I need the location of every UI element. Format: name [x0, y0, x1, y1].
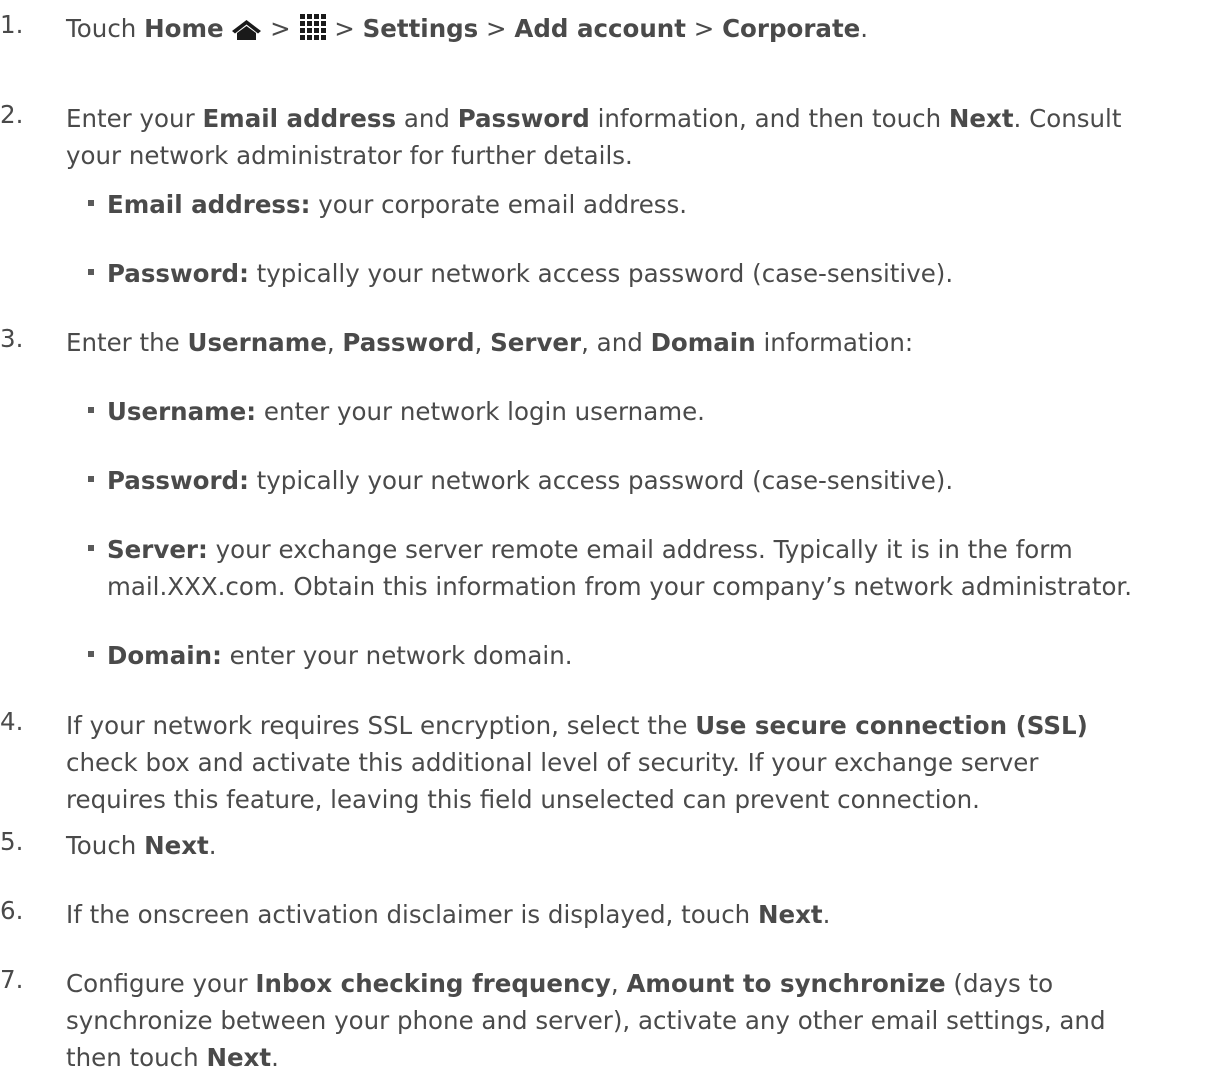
step-text: Touch Home > > Settings > Add account > … [66, 10, 1206, 51]
text-run: Enter the [66, 328, 188, 357]
bullet-text: typically your network access password (… [248, 466, 954, 495]
text-run: information: [755, 328, 914, 357]
text-run: If the onscreen activation disclaimer is… [66, 900, 758, 929]
bullet-marker [88, 476, 94, 482]
bullet-marker [88, 651, 94, 657]
text-run: requires this feature, leaving this fiel… [66, 785, 980, 814]
bold-term: Password [457, 104, 590, 133]
text-run: > [685, 14, 723, 43]
text-run: , [474, 328, 491, 357]
bold-term: Password [342, 328, 475, 357]
bold-term: Use secure connection (SSL) [695, 711, 1088, 740]
bullet-label: Server: [107, 535, 208, 564]
step-text: Enter your Email address and Password in… [66, 100, 1206, 174]
text-run: , and [581, 328, 651, 357]
step-text: If your network requires SSL encryption,… [66, 707, 1206, 818]
bold-term: Settings [362, 14, 479, 43]
bold-term: Next [758, 900, 823, 929]
text-run: . [208, 831, 217, 860]
bold-term: Add account [514, 14, 686, 43]
step-number: 3. [0, 324, 24, 353]
step-text: Enter the Username, Password, Server, an… [66, 324, 1206, 361]
text-run: and [396, 104, 458, 133]
text-run: Touch [66, 14, 145, 43]
bold-term: Username [187, 328, 327, 357]
text-run: , [610, 969, 627, 998]
text-run: . [822, 900, 831, 929]
text-run: synchronize between your phone and serve… [66, 1006, 1106, 1035]
bold-term: Next [144, 831, 209, 860]
bullet-text: your exchange server remote email addres… [207, 535, 1073, 564]
instructions-page: 1. Touch Home > > Settings > Add account… [0, 0, 1230, 1072]
text-run: Enter your [66, 104, 203, 133]
text-run: (days to [945, 969, 1054, 998]
text-run: . [860, 14, 869, 43]
text-run: check box and activate this additional l… [66, 748, 1039, 777]
bullet-text-line2: mail.XXX.com. Obtain this information fr… [107, 572, 1133, 601]
bold-term: Server [490, 328, 582, 357]
bullet-text: your corporate email address. [310, 190, 688, 219]
text-run: Touch [66, 831, 145, 860]
bold-term: Email address [202, 104, 397, 133]
text-run: information, and then touch [589, 104, 949, 133]
bold-term: Home [144, 14, 224, 43]
text-run: > [326, 14, 363, 43]
step-number: 6. [0, 896, 24, 925]
step-number: 1. [0, 10, 24, 39]
bullet-marker [88, 545, 94, 551]
text-run [224, 14, 232, 43]
bullet-marker [88, 269, 94, 275]
apps-grid-icon [299, 13, 327, 51]
bullet-text: enter your network login username. [256, 397, 705, 426]
bullet-label: Email address: [107, 190, 311, 219]
bullet-marker [88, 407, 94, 413]
bold-term: Inbox checking frequency [255, 969, 611, 998]
text-run: your network administrator for further d… [66, 141, 633, 170]
step-number: 2. [0, 100, 24, 129]
text-run: . Consult [1013, 104, 1122, 133]
bullet-label: Password: [107, 466, 249, 495]
step-number: 5. [0, 827, 24, 856]
step-text: Configure your Inbox checking frequency,… [66, 965, 1206, 1076]
step-text: Touch Next. [66, 827, 1206, 864]
bullet-label: Password: [107, 259, 249, 288]
bullet-label: Domain: [107, 641, 222, 670]
step-text: If the onscreen activation disclaimer is… [66, 896, 1206, 933]
bold-term: Domain [650, 328, 756, 357]
bold-term: Next [948, 104, 1014, 133]
bold-term: Amount to synchronize [626, 969, 946, 998]
step-number: 4. [0, 707, 24, 736]
text-run: If your network requires SSL encryption,… [66, 711, 696, 740]
bullet-label: Username: [107, 397, 257, 426]
bullet-text: typically your network access password (… [248, 259, 954, 288]
home-icon [231, 14, 262, 51]
bullet-marker [88, 200, 94, 206]
text-run: > [262, 14, 299, 43]
text-run: > [478, 14, 515, 43]
bullet-text: enter your network domain. [221, 641, 573, 670]
text-run: , [326, 328, 343, 357]
bold-term: Corporate [722, 14, 861, 43]
text-run: Configure your [66, 969, 256, 998]
step-number: 7. [0, 965, 24, 994]
